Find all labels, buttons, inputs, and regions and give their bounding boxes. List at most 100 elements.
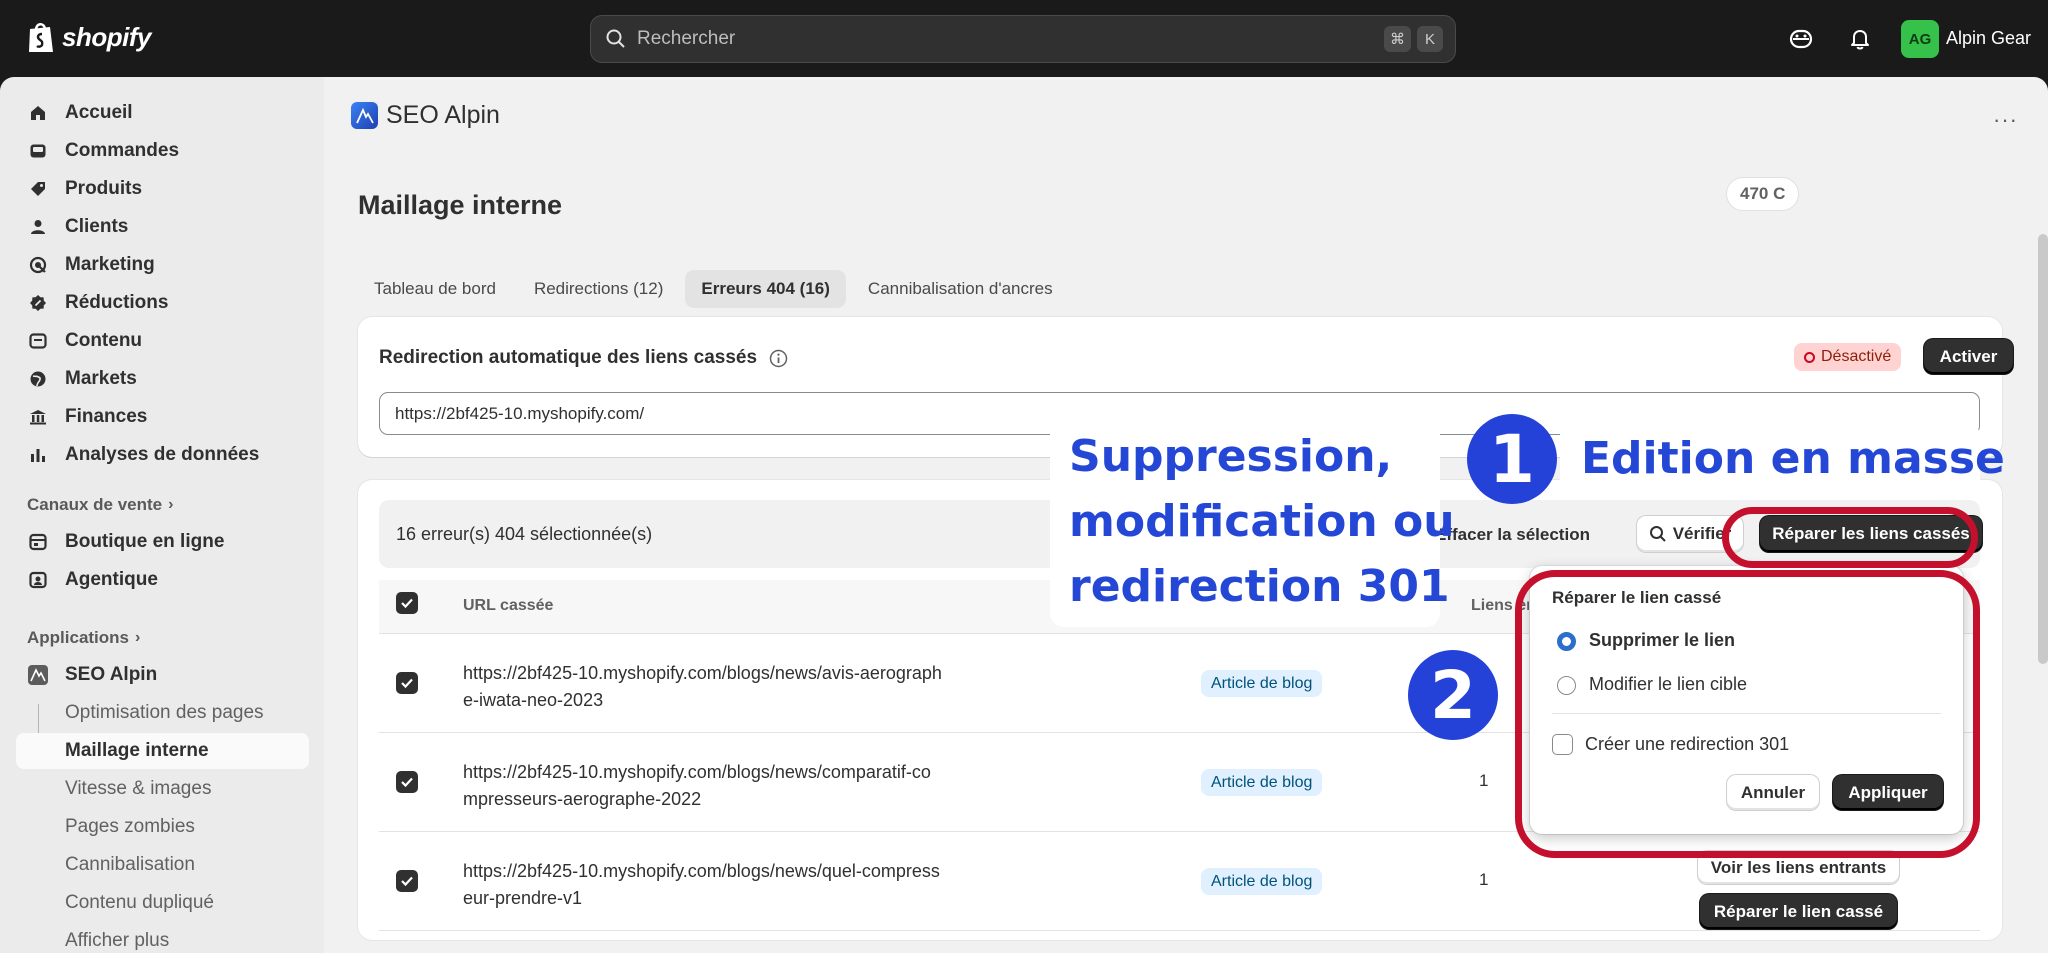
broken-url[interactable]: https://2bf425-10.myshopify.com/blogs/ne… (463, 858, 943, 912)
status-badge-label: Désactivé (1821, 348, 1892, 365)
sidebar-item-label: Finances (65, 406, 148, 427)
discount-icon (30, 295, 46, 311)
sidebar-item-online-store[interactable]: Boutique en ligne (16, 524, 309, 560)
incoming-links-count: 1 (1479, 771, 1489, 790)
store-icon (29, 533, 47, 551)
sidebar-item-analytics[interactable]: Analyses de données (16, 437, 309, 473)
row-checkbox[interactable] (396, 771, 418, 793)
shortcut-key-cmd: ⌘ (1384, 26, 1411, 52)
highlight-ring-popover (1515, 570, 1980, 858)
shopify-logo[interactable]: shopify (26, 20, 151, 54)
checkmark-icon (401, 678, 413, 689)
incoming-links-count: 1 (1479, 870, 1489, 889)
column-header-url[interactable]: URL cassée (463, 597, 553, 615)
callout-2-number-badge: 2 (1408, 650, 1498, 740)
sidebar-item-label: Maillage interne (65, 740, 209, 761)
sidebar-item-label: SEO Alpin (65, 664, 158, 685)
chart-icon (31, 449, 45, 462)
sidebar-item-label: Contenu dupliqué (65, 892, 214, 913)
type-badge: Article de blog (1201, 868, 1323, 895)
sidebar-item-label: Accueil (65, 102, 133, 123)
tab-404-errors[interactable]: Erreurs 404 (16) (685, 270, 846, 308)
sidebar-item-discounts[interactable]: Réductions (16, 285, 309, 321)
sales-channels-header-label: Canaux de vente (27, 495, 163, 514)
sidebar-item-marketing[interactable]: Marketing (16, 247, 309, 283)
globe-icon (30, 371, 46, 387)
clear-selection-button[interactable]: Effacer la sélection (1435, 525, 1590, 545)
sidebar-sub-item-page-optimisation[interactable]: Optimisation des pages (16, 695, 309, 731)
sidebar-item-label: Commandes (65, 140, 180, 161)
sidebar-item-products[interactable]: Produits (16, 171, 309, 207)
sidebar-sub-item-zombie-pages[interactable]: Pages zombies (16, 809, 309, 845)
sidebar-item-content[interactable]: Contenu (16, 323, 309, 359)
row-checkbox[interactable] (396, 870, 418, 892)
sidebar-item-seo-alpin[interactable]: SEO Alpin (16, 657, 309, 693)
avatar[interactable]: AG (1901, 20, 1939, 58)
search-icon (1649, 526, 1666, 542)
selection-count: 16 erreur(s) 404 sélectionnée(s) (396, 524, 653, 544)
tabs: Tableau de bord Redirections (12) Erreur… (358, 270, 1075, 308)
activate-button[interactable]: Activer (1924, 339, 2013, 374)
store-name[interactable]: Alpin Gear (1946, 28, 2031, 49)
sidebar-item-label: Vitesse & images (65, 778, 212, 799)
checkmark-icon (401, 876, 413, 887)
agent-icon (29, 571, 47, 589)
status-badge: Désactivé (1794, 343, 1902, 371)
sales-channels-header[interactable]: Canaux de vente › (27, 495, 173, 515)
sidebar-item-customers[interactable]: Clients (16, 209, 309, 245)
sidebar-item-agentic[interactable]: Agentique (16, 562, 309, 598)
credits-badge: 470 C (1726, 177, 1800, 211)
search-bar[interactable]: Rechercher ⌘ K (590, 15, 1456, 63)
sidebar-sub-item-internal-linking[interactable]: Maillage interne (16, 733, 309, 769)
app-header: SEO Alpin (351, 101, 500, 130)
tab-redirections[interactable]: Redirections (12) (518, 270, 679, 308)
sidebar-item-label: Marketing (65, 254, 155, 275)
sidebar-sub-item-show-more[interactable]: Afficher plus (16, 923, 309, 953)
scrollbar[interactable] (2038, 234, 2048, 664)
sidekick-icon[interactable] (1787, 25, 1815, 53)
more-actions-icon[interactable]: ··· (1993, 107, 2018, 133)
checkmark-icon (401, 598, 413, 609)
apps-header-label: Applications (27, 628, 130, 647)
search-placeholder: Rechercher (637, 28, 736, 49)
sidebar-sub-item-duplicate-content[interactable]: Contenu dupliqué (16, 885, 309, 921)
seo-alpin-logo-icon (351, 102, 378, 129)
sidebar-item-label: Optimisation des pages (65, 702, 264, 723)
tab-dashboard[interactable]: Tableau de bord (358, 270, 512, 308)
sidebar-item-label: Contenu (65, 330, 143, 351)
notifications-bell-icon[interactable] (1846, 25, 1874, 53)
sidebar-item-home[interactable]: Accueil (16, 95, 309, 131)
select-all-checkbox[interactable] (396, 592, 418, 614)
search-icon (606, 29, 625, 48)
sidebar-item-label: Clients (65, 216, 129, 237)
chevron-right-icon: › (135, 629, 141, 646)
inbox-icon (30, 144, 46, 158)
person-icon (31, 220, 45, 234)
sidebar-item-label: Réductions (65, 292, 169, 313)
type-badge: Article de blog (1201, 670, 1323, 697)
shopify-bag-icon (29, 23, 53, 52)
page-title: Maillage interne (358, 190, 563, 220)
apps-header[interactable]: Applications › (27, 628, 140, 648)
status-dot-icon (1804, 351, 1815, 363)
broken-url[interactable]: https://2bf425-10.myshopify.com/blogs/ne… (463, 759, 943, 813)
app-title: SEO Alpin (386, 101, 500, 129)
tab-anchor-cannibalisation[interactable]: Cannibalisation d'ancres (852, 270, 1069, 308)
callout-2-text: Suppression, modification ou redirection… (1069, 424, 1455, 619)
sidebar-item-label: Pages zombies (65, 816, 195, 837)
repair-link-button[interactable]: Réparer le lien cassé (1700, 894, 1897, 929)
broken-url[interactable]: https://2bf425-10.myshopify.com/blogs/ne… (463, 660, 943, 714)
sidebar-sub-item-speed-images[interactable]: Vitesse & images (16, 771, 309, 807)
type-badge: Article de blog (1201, 769, 1323, 796)
search-shortcut: ⌘ K (1384, 26, 1443, 52)
home-icon (31, 106, 45, 120)
sidebar-item-finances[interactable]: Finances (16, 399, 309, 435)
sidebar-item-orders[interactable]: Commandes (16, 133, 309, 169)
shortcut-key-k: K (1417, 26, 1443, 52)
callout-1-number-badge: 1 (1467, 414, 1557, 504)
info-icon[interactable] (769, 349, 788, 368)
row-checkbox[interactable] (396, 672, 418, 694)
sidebar-item-label: Agentique (65, 569, 158, 590)
sidebar-item-markets[interactable]: Markets (16, 361, 309, 397)
sidebar-sub-item-cannibalisation[interactable]: Cannibalisation (16, 847, 309, 883)
